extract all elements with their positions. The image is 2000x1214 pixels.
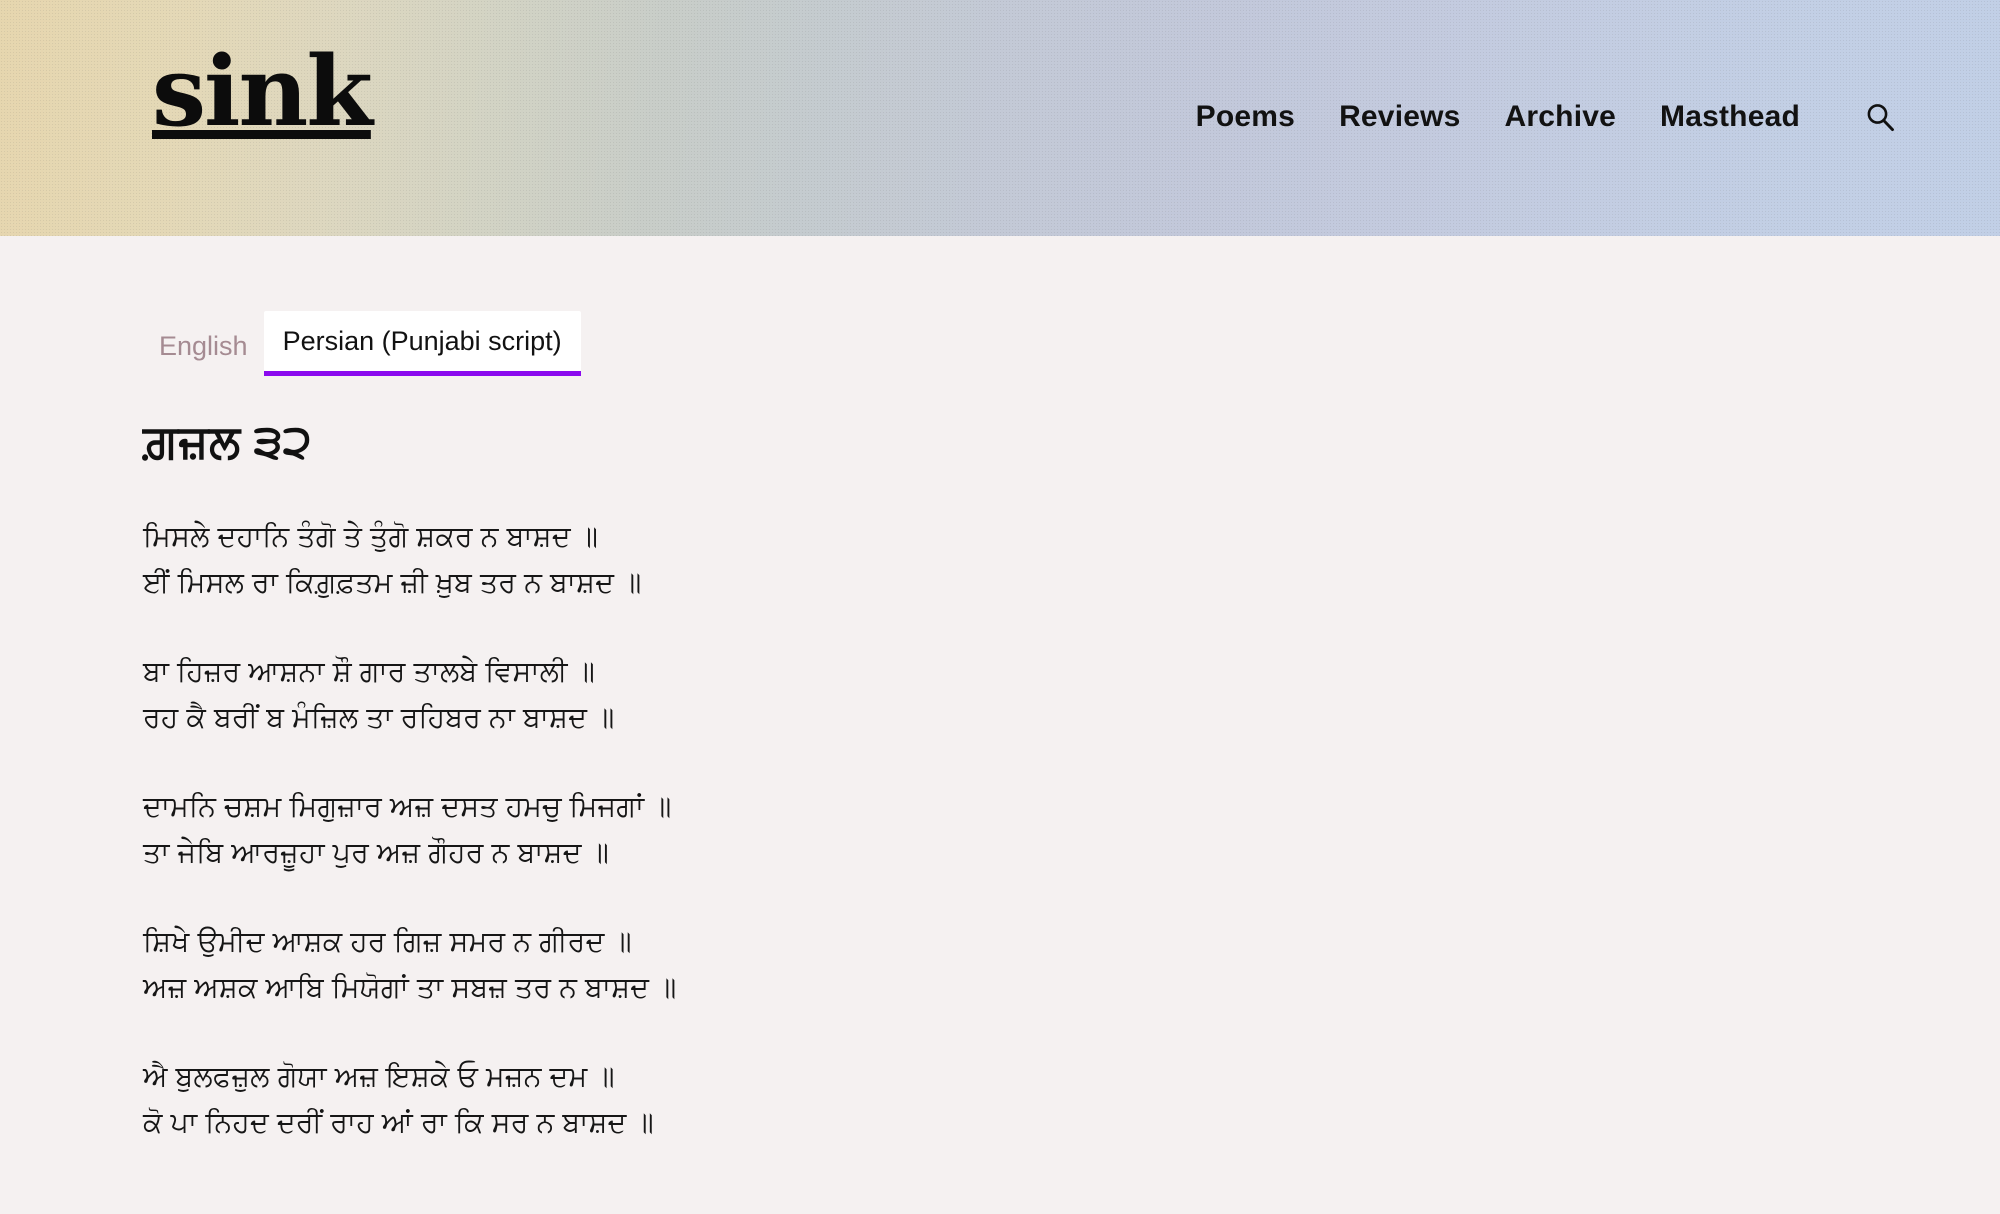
poem-line: ਸ਼ਿਖੇ ਉਮੀਦ ਆਸ਼ਕ ਹਰ ਗਿਜ਼ ਸਮਰ ਨ ਗੀਰਦ ॥ [143, 926, 632, 958]
poem-line: ਬਾ ਹਿਜ਼ਰ ਆਸ਼ਨਾ ਸ਼ੌ ਗਾਰ ਤਾਲਬੇ ਵਿਸਾਲੀ ॥ [143, 656, 595, 688]
main-navigation: Poems Reviews Archive Masthead [1196, 94, 2000, 140]
poem-line: ਮਿਸਲੇ ਦਹਾਨਿ ਤੰਗੋ ਤੇ ਤੁੰਗੋ ਸ਼ਕਰ ਨ ਬਾਸ਼ਦ ॥ [143, 521, 599, 553]
search-icon [1863, 100, 1897, 134]
poem-couplet: ਬਾ ਹਿਜ਼ਰ ਆਸ਼ਨਾ ਸ਼ੌ ਗਾਰ ਤਾਲਬੇ ਵਿਸਾਲੀ ॥ ਰਹ… [143, 649, 2000, 741]
poem-line: ਦਾਮਨਿ ਚਸ਼ਮ ਮਿਗੁਜ਼ਾਰ ਅਜ਼ ਦਸਤ ਹਮਚੁ ਮਿਜਗਾਂ … [143, 791, 672, 823]
poem-line: ਐ ਬੁਲਫਜ਼ੁਲ ਗੋਯਾ ਅਜ਼ ਇਸ਼ਕੇ ਓ ਮਜ਼ਨ ਦਮ ॥ [143, 1061, 615, 1093]
poem-line: ਰਹ ਕੈ ਬਰੀਂ ਬ ਮੰਜ਼ਿਲ ਤਾ ਰਹਿਬਰ ਨਾ ਬਾਸ਼ਦ ॥ [143, 702, 615, 734]
language-tabs: English Persian (Punjabi script) [143, 311, 2000, 376]
poem-line: ਈਂ ਮਿਸਲ ਰਾ ਕਿਗ਼ੁਫ਼ਤਮ ਜ਼ੀ ਖ਼ੁਬ ਤਰ ਨ ਬਾਸ਼ਦ… [143, 567, 642, 599]
poem-couplet: ਐ ਬੁਲਫਜ਼ੁਲ ਗੋਯਾ ਅਜ਼ ਇਸ਼ਕੇ ਓ ਮਜ਼ਨ ਦਮ ॥ ਕੋ… [143, 1054, 2000, 1146]
poem-couplet: ਦਾਮਨਿ ਚਸ਼ਮ ਮਿਗੁਜ਼ਾਰ ਅਜ਼ ਦਸਤ ਹਮਚੁ ਮਿਜਗਾਂ … [143, 784, 2000, 876]
page-main: English Persian (Punjabi script) ਗ਼ਜ਼ਲ ੩… [0, 311, 2000, 1146]
nav-item-poems[interactable]: Poems [1196, 94, 1317, 140]
nav-item-masthead[interactable]: Masthead [1638, 94, 1822, 140]
tab-english[interactable]: English [143, 319, 264, 376]
poem-line: ਤਾ ਜੇਬਿ ਆਰਜ਼ੂਹਾ ਪੁਰ ਅਜ਼ ਗੌਹਰ ਨ ਬਾਸ਼ਦ ॥ [143, 837, 609, 869]
poem-couplet: ਸ਼ਿਖੇ ਉਮੀਦ ਆਸ਼ਕ ਹਰ ਗਿਜ਼ ਸਮਰ ਨ ਗੀਰਦ ॥ ਅਜ਼… [143, 919, 2000, 1011]
search-button[interactable] [1860, 97, 1900, 137]
poem-line: ਅਜ਼ ਅਸ਼ਕ ਆਬਿ ਮਿਯੋਗਾਂ ਤਾ ਸਬਜ਼ ਤਰ ਨ ਬਾਸ਼ਦ … [143, 972, 677, 1004]
poem-couplet: ਮਿਸਲੇ ਦਹਾਨਿ ਤੰਗੋ ਤੇ ਤੁੰਗੋ ਸ਼ਕਰ ਨ ਬਾਸ਼ਦ ॥… [143, 514, 2000, 606]
poem-line: ਕੋ ਪਾ ਨਿਹਦ ਦਰੀਂ ਰਾਹ ਆਂ ਰਾ ਕਿ ਸਰ ਨ ਬਾਸ਼ਦ … [143, 1107, 654, 1139]
nav-item-reviews[interactable]: Reviews [1317, 94, 1482, 140]
poem-title: ਗ਼ਜ਼ਲ ੩੨ [143, 415, 313, 467]
site-logo[interactable]: sink [152, 44, 373, 140]
poem-body: ਮਿਸਲੇ ਦਹਾਨਿ ਤੰਗੋ ਤੇ ਤੁੰਗੋ ਸ਼ਕਰ ਨ ਬਾਸ਼ਦ ॥… [143, 514, 2000, 1146]
nav-item-archive[interactable]: Archive [1483, 94, 1638, 140]
tab-persian-punjabi-script[interactable]: Persian (Punjabi script) [263, 311, 581, 376]
site-header: sink Poems Reviews Archive Masthead [0, 0, 2000, 236]
